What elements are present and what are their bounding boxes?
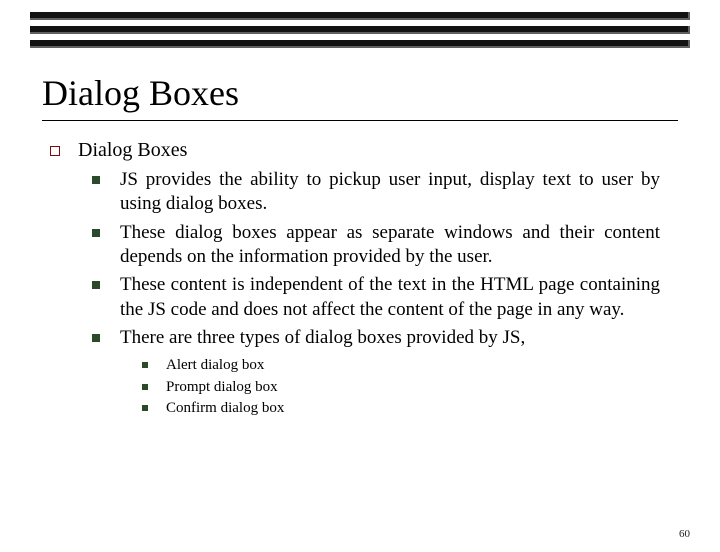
hollow-square-bullet-icon — [50, 146, 60, 156]
bar-icon — [30, 26, 690, 34]
title-rule — [42, 120, 678, 121]
solid-square-bullet-icon — [92, 334, 100, 342]
decorative-top-bars — [30, 12, 690, 48]
outline-l3-text: Alert dialog box — [166, 356, 264, 376]
outline-level-2: JS provides the ability to pickup user i… — [92, 168, 678, 350]
small-square-bullet-icon — [142, 384, 148, 390]
bar-icon — [30, 40, 690, 48]
outline-level-3: Alert dialog box Prompt dialog box Confi… — [142, 356, 678, 419]
list-item: There are three types of dialog boxes pr… — [92, 326, 678, 350]
list-item: JS provides the ability to pickup user i… — [92, 168, 678, 217]
list-item: Alert dialog box — [142, 356, 678, 376]
list-item: Confirm dialog box — [142, 399, 678, 419]
outline-l1-label: Dialog Boxes — [78, 139, 187, 162]
outline-l2-text: There are three types of dialog boxes pr… — [120, 326, 525, 350]
small-square-bullet-icon — [142, 362, 148, 368]
slide-content: Dialog Boxes Dialog Boxes JS provides th… — [0, 54, 720, 419]
slide-title: Dialog Boxes — [42, 72, 678, 114]
solid-square-bullet-icon — [92, 281, 100, 289]
outline-l3-text: Prompt dialog box — [166, 378, 278, 398]
solid-square-bullet-icon — [92, 176, 100, 184]
outline-l2-text: JS provides the ability to pickup user i… — [120, 168, 660, 217]
outline-level-1: Dialog Boxes — [50, 139, 678, 162]
list-item: These dialog boxes appear as separate wi… — [92, 221, 678, 270]
solid-square-bullet-icon — [92, 229, 100, 237]
list-item: Prompt dialog box — [142, 378, 678, 398]
outline-l3-text: Confirm dialog box — [166, 399, 284, 419]
small-square-bullet-icon — [142, 405, 148, 411]
page-number: 60 — [679, 528, 690, 540]
list-item: These content is independent of the text… — [92, 273, 678, 322]
bar-icon — [30, 12, 690, 20]
outline-l2-text: These content is independent of the text… — [120, 273, 660, 322]
outline-l2-text: These dialog boxes appear as separate wi… — [120, 221, 660, 270]
